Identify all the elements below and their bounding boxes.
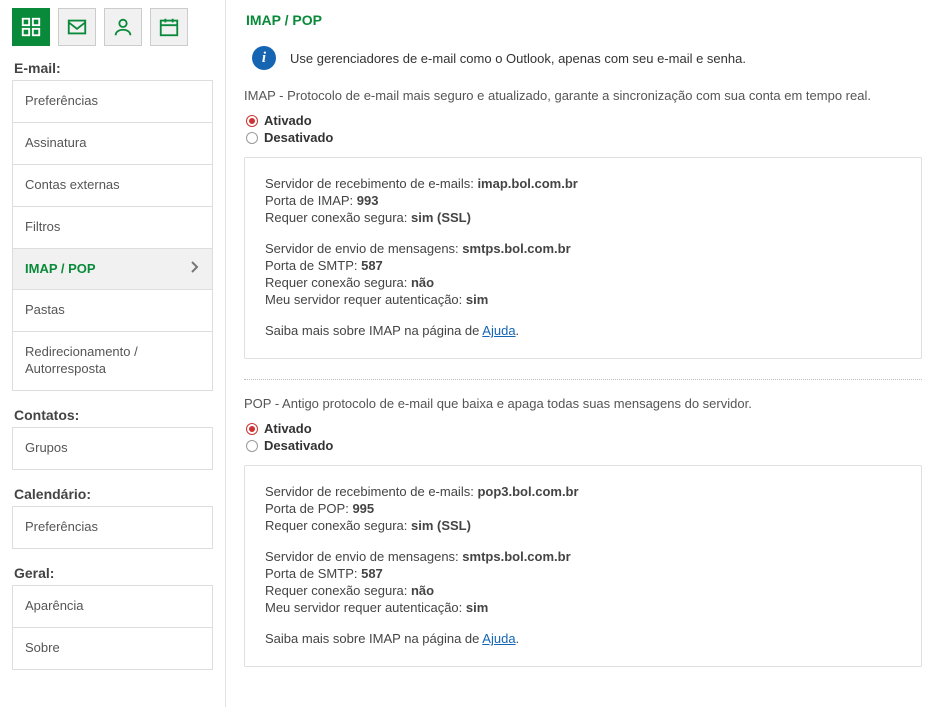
pop-smtp-port: Porta de SMTP: 587 bbox=[265, 566, 901, 581]
sidebar-item-imap-pop[interactable]: IMAP / POP bbox=[13, 249, 212, 291]
imap-help: Saiba mais sobre IMAP na página de Ajuda… bbox=[265, 323, 901, 338]
imap-description: IMAP - Protocolo de e-mail mais seguro e… bbox=[244, 88, 922, 103]
pop-port: Porta de POP: 995 bbox=[265, 501, 901, 516]
imap-recv: Servidor de recebimento de e-mails: imap… bbox=[265, 176, 901, 191]
sidebar-item-filtros[interactable]: Filtros bbox=[13, 207, 212, 249]
pop-recv: Servidor de recebimento de e-mails: pop3… bbox=[265, 484, 901, 499]
pop-radio-group: Ativado Desativado bbox=[244, 421, 922, 453]
pop-send: Servidor de envio de mensagens: smtps.bo… bbox=[265, 549, 901, 564]
pop-settings-card: Servidor de recebimento de e-mails: pop3… bbox=[244, 465, 922, 667]
navlist-geral: Aparência Sobre bbox=[12, 585, 213, 670]
imap-auth: Meu servidor requer autenticação: sim bbox=[265, 292, 901, 307]
section-title-geral: Geral: bbox=[14, 565, 213, 581]
pop-help-link[interactable]: Ajuda bbox=[482, 631, 515, 646]
sidebar: E-mail: Preferências Assinatura Contas e… bbox=[0, 0, 225, 707]
section-title-contatos: Contatos: bbox=[14, 407, 213, 423]
imap-radio-desativado[interactable]: Desativado bbox=[246, 130, 922, 145]
sidebar-item-label: IMAP / POP bbox=[25, 261, 96, 278]
radio-label: Ativado bbox=[264, 421, 312, 436]
sidebar-item-label: Redirecionamento / Autorresposta bbox=[25, 344, 200, 378]
section-title-calendario: Calendário: bbox=[14, 486, 213, 502]
imap-send: Servidor de envio de mensagens: smtps.bo… bbox=[265, 241, 901, 256]
info-icon: i bbox=[252, 46, 276, 70]
imap-ssl: Requer conexão segura: sim (SSL) bbox=[265, 210, 901, 225]
calendar-icon bbox=[158, 16, 180, 38]
sidebar-item-assinatura[interactable]: Assinatura bbox=[13, 123, 212, 165]
tab-apps[interactable] bbox=[12, 8, 50, 46]
sidebar-item-redirecionamento[interactable]: Redirecionamento / Autorresposta bbox=[13, 332, 212, 390]
tab-contacts[interactable] bbox=[104, 8, 142, 46]
imap-port: Porta de IMAP: 993 bbox=[265, 193, 901, 208]
radio-icon bbox=[246, 115, 258, 127]
info-text: Use gerenciadores de e-mail como o Outlo… bbox=[290, 51, 746, 66]
radio-label: Ativado bbox=[264, 113, 312, 128]
navlist-calendario: Preferências bbox=[12, 506, 213, 549]
sidebar-item-aparencia[interactable]: Aparência bbox=[13, 586, 212, 628]
pop-ssl: Requer conexão segura: sim (SSL) bbox=[265, 518, 901, 533]
pop-radio-ativado[interactable]: Ativado bbox=[246, 421, 922, 436]
top-tab-row bbox=[12, 8, 213, 46]
pop-help: Saiba mais sobre IMAP na página de Ajuda… bbox=[265, 631, 901, 646]
sidebar-item-label: Grupos bbox=[25, 440, 68, 457]
content-area: IMAP / POP i Use gerenciadores de e-mail… bbox=[225, 0, 938, 707]
sidebar-item-label: Sobre bbox=[25, 640, 60, 657]
sidebar-item-label: Assinatura bbox=[25, 135, 86, 152]
sidebar-item-sobre[interactable]: Sobre bbox=[13, 628, 212, 669]
tab-calendar[interactable] bbox=[150, 8, 188, 46]
info-bar: i Use gerenciadores de e-mail como o Out… bbox=[244, 46, 922, 70]
navlist-contatos: Grupos bbox=[12, 427, 213, 470]
pop-radio-desativado[interactable]: Desativado bbox=[246, 438, 922, 453]
tab-mail[interactable] bbox=[58, 8, 96, 46]
radio-icon bbox=[246, 423, 258, 435]
radio-icon bbox=[246, 132, 258, 144]
pop-auth: Meu servidor requer autenticação: sim bbox=[265, 600, 901, 615]
sidebar-item-grupos[interactable]: Grupos bbox=[13, 428, 212, 469]
sidebar-item-preferencias[interactable]: Preferências bbox=[13, 81, 212, 123]
sidebar-item-contas-externas[interactable]: Contas externas bbox=[13, 165, 212, 207]
divider bbox=[244, 379, 922, 380]
imap-radio-ativado[interactable]: Ativado bbox=[246, 113, 922, 128]
pop-description: POP - Antigo protocolo de e-mail que bai… bbox=[244, 396, 922, 411]
sidebar-item-label: Filtros bbox=[25, 219, 60, 236]
radio-label: Desativado bbox=[264, 438, 333, 453]
pop-send-ssl: Requer conexão segura: não bbox=[265, 583, 901, 598]
sidebar-item-label: Preferências bbox=[25, 519, 98, 536]
sidebar-item-label: Contas externas bbox=[25, 177, 120, 194]
imap-radio-group: Ativado Desativado bbox=[244, 113, 922, 145]
sidebar-item-label: Preferências bbox=[25, 93, 98, 110]
radio-label: Desativado bbox=[264, 130, 333, 145]
radio-icon bbox=[246, 440, 258, 452]
section-title-email: E-mail: bbox=[14, 60, 213, 76]
imap-help-link[interactable]: Ajuda bbox=[482, 323, 515, 338]
chevron-right-icon bbox=[190, 261, 200, 278]
sidebar-item-label: Aparência bbox=[25, 598, 84, 615]
imap-send-ssl: Requer conexão segura: não bbox=[265, 275, 901, 290]
imap-settings-card: Servidor de recebimento de e-mails: imap… bbox=[244, 157, 922, 359]
imap-smtp-port: Porta de SMTP: 587 bbox=[265, 258, 901, 273]
navlist-email: Preferências Assinatura Contas externas … bbox=[12, 80, 213, 391]
sidebar-item-cal-preferencias[interactable]: Preferências bbox=[13, 507, 212, 548]
grid-icon bbox=[20, 16, 42, 38]
mail-icon bbox=[66, 16, 88, 38]
person-icon bbox=[112, 16, 134, 38]
sidebar-item-label: Pastas bbox=[25, 302, 65, 319]
sidebar-item-pastas[interactable]: Pastas bbox=[13, 290, 212, 332]
page-title: IMAP / POP bbox=[246, 12, 922, 28]
